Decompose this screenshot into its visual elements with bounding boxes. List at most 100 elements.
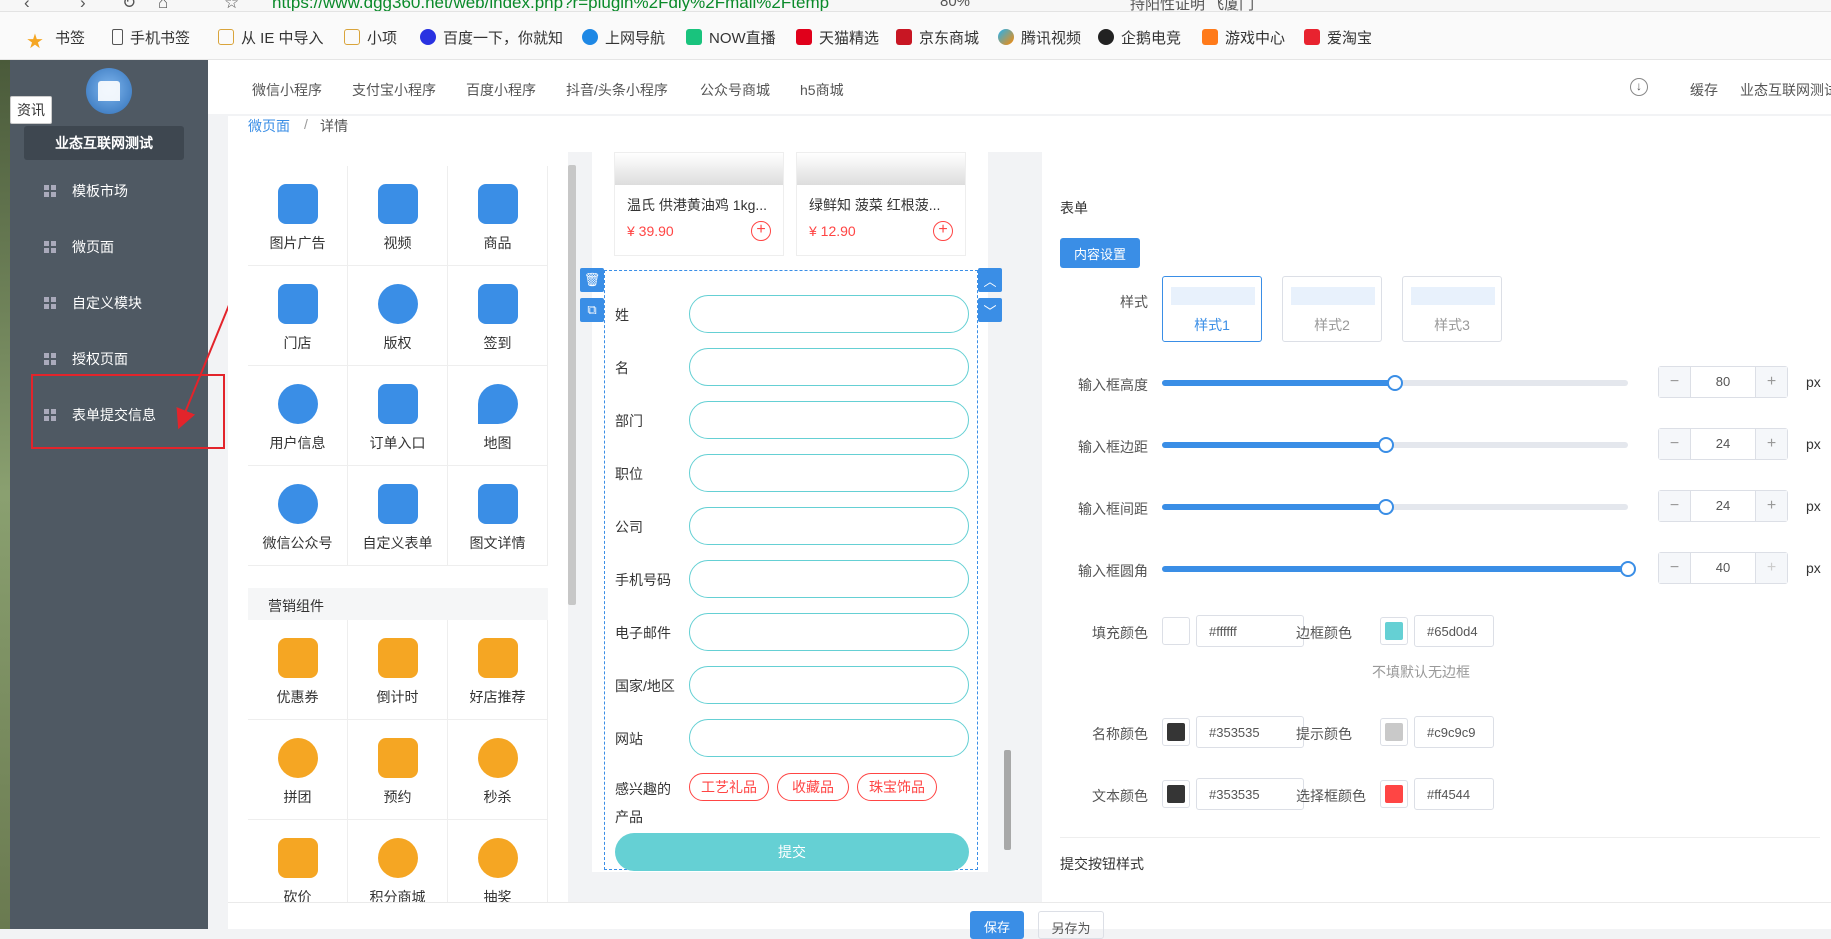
slider-handle[interactable] [1387, 375, 1403, 391]
product-card[interactable]: 绿鲜知 菠菜 红根菠... ¥ 12.90 + [796, 152, 966, 256]
spacing-slider[interactable] [1162, 499, 1628, 515]
interest-chip[interactable]: 工艺礼品 [689, 773, 769, 801]
widget-bargain[interactable]: 砍价 [248, 820, 348, 902]
text-input[interactable] [689, 454, 969, 492]
bookmark-item[interactable]: 小项 [344, 26, 397, 48]
fill-color-picker[interactable] [1162, 617, 1190, 645]
form-component[interactable]: 姓 名 部门 职位 公司 手机号码 电子邮件 国家/地区 网站 感兴趣的 产品 … [604, 270, 978, 871]
increment-button[interactable]: + [1755, 367, 1787, 397]
radius-stepper[interactable]: −40 + [1658, 552, 1788, 584]
text-input[interactable] [689, 719, 969, 757]
widget-group-buy[interactable]: 拼团 [248, 720, 348, 820]
text-color-picker[interactable] [1162, 780, 1190, 808]
tab-wechat-mini[interactable]: 微信小程序 [252, 80, 322, 100]
margin-slider[interactable] [1162, 437, 1628, 453]
bookmark-item[interactable]: 百度一下，你就知 [420, 26, 563, 48]
stepper-value[interactable]: 24 [1691, 436, 1755, 451]
widget-custom-form[interactable]: 自定义表单 [348, 466, 448, 566]
fill-color-input[interactable]: #ffffff [1196, 615, 1304, 647]
text-input[interactable] [689, 401, 969, 439]
widget-store[interactable]: 门店 [248, 266, 348, 366]
interest-chip[interactable]: 收藏品 [777, 773, 849, 801]
text-input[interactable] [689, 560, 969, 598]
bookmark-item[interactable]: 爱淘宝 [1304, 26, 1372, 48]
panel-scrollbar[interactable] [568, 165, 576, 605]
widget-lottery[interactable]: 抽奖 [448, 820, 548, 902]
name-color-input[interactable]: #353535 [1196, 716, 1304, 748]
style-option-1[interactable]: 样式1 [1162, 276, 1262, 342]
stepper-value[interactable]: 40 [1691, 560, 1755, 575]
widget-order-entry[interactable]: 订单入口 [348, 366, 448, 466]
decrement-button[interactable]: − [1659, 367, 1691, 397]
text-input[interactable] [689, 613, 969, 651]
height-stepper[interactable]: −80 + [1658, 366, 1788, 398]
bookmark-item[interactable]: NOW直播 [686, 26, 776, 48]
slider-handle[interactable] [1377, 437, 1394, 453]
bookmark-item[interactable]: 企鹅电竞 [1098, 26, 1181, 48]
hint-color-input[interactable]: #c9c9c9 [1414, 716, 1494, 748]
bookmark-item[interactable]: 上网导航 [582, 26, 665, 48]
widget-graphic-detail[interactable]: 图文详情 [448, 466, 548, 566]
sidebar-item-auth-page[interactable]: 授权页面 [44, 348, 128, 370]
move-up-icon[interactable]: ︿ [978, 268, 1002, 292]
home-icon[interactable]: ⌂ [158, 0, 168, 11]
save-as-button[interactable]: 另存为 [1038, 911, 1104, 939]
select-color-input[interactable]: #ff4544 [1414, 778, 1494, 810]
preview-scrollbar[interactable] [1004, 750, 1011, 850]
decrement-button[interactable]: − [1659, 553, 1691, 583]
stepper-value[interactable]: 24 [1691, 498, 1755, 513]
border-color-input[interactable]: #65d0d4 [1414, 615, 1494, 647]
widget-image-ad[interactable]: 图片广告 [248, 166, 348, 266]
widget-wechat-oa[interactable]: 微信公众号 [248, 466, 348, 566]
style-option-2[interactable]: 样式2 [1282, 276, 1382, 342]
margin-stepper[interactable]: −24 + [1658, 428, 1788, 460]
sidebar-item-custom-module[interactable]: 自定义模块 [44, 292, 142, 314]
tab-h5-mall[interactable]: h5商城 [800, 80, 844, 100]
cache-button[interactable]: 缓存 [1690, 80, 1718, 100]
tab-baidu-mini[interactable]: 百度小程序 [466, 80, 536, 100]
widget-store-recommend[interactable]: 好店推荐 [448, 620, 548, 720]
bookmark-item[interactable]: 腾讯视频 [998, 26, 1081, 48]
select-color-picker[interactable] [1380, 780, 1408, 808]
submit-button[interactable]: 提交 [615, 833, 969, 871]
widget-coupon[interactable]: 优惠券 [248, 620, 348, 720]
hint-color-picker[interactable] [1380, 718, 1408, 746]
add-cart-icon[interactable]: + [751, 221, 771, 241]
slider-handle[interactable] [1377, 499, 1394, 515]
save-button[interactable]: 保存 [970, 911, 1024, 939]
url-bar[interactable]: https://www.dgg360.net/web/index.php?r=p… [272, 0, 829, 11]
style-option-3[interactable]: 样式3 [1402, 276, 1502, 342]
product-card[interactable]: 温氏 供港黄油鸡 1kg... ¥ 39.90 + [614, 152, 784, 256]
bookmark-star-icon[interactable]: ☆ [224, 0, 239, 11]
stepper-value[interactable]: 80 [1691, 374, 1755, 389]
download-icon[interactable]: ↓ [1630, 78, 1648, 96]
text-input[interactable] [689, 295, 969, 333]
interest-chip[interactable]: 珠宝饰品 [857, 773, 937, 801]
widget-map[interactable]: 地图 [448, 366, 548, 466]
back-icon[interactable]: ‹ [24, 0, 30, 11]
increment-button[interactable]: + [1755, 491, 1787, 521]
increment-button[interactable]: + [1755, 553, 1787, 583]
search-box[interactable]: 持阳性证明 飞厦门 [1130, 0, 1254, 11]
widget-copyright[interactable]: 版权 [348, 266, 448, 366]
tab-alipay-mini[interactable]: 支付宝小程序 [352, 80, 436, 100]
breadcrumb-root[interactable]: 微页面 [248, 116, 290, 136]
slider-handle[interactable] [1620, 561, 1636, 577]
widget-user-info[interactable]: 用户信息 [248, 366, 348, 466]
copy-icon[interactable]: ⧉ [580, 298, 604, 322]
delete-icon[interactable]: 🗑 [580, 268, 604, 292]
forward-icon[interactable]: › [80, 0, 86, 11]
text-color-input[interactable]: #353535 [1196, 778, 1304, 810]
decrement-button[interactable]: − [1659, 491, 1691, 521]
content-settings-button[interactable]: 内容设置 [1060, 238, 1140, 268]
widget-points-mall[interactable]: 积分商城 [348, 820, 448, 902]
widget-goods[interactable]: 商品 [448, 166, 548, 266]
bookmark-item[interactable]: 天猫精选 [796, 26, 879, 48]
bookmark-item[interactable]: 京东商城 [896, 26, 979, 48]
height-slider[interactable] [1162, 375, 1628, 391]
bookmark-item[interactable]: 游戏中心 [1202, 26, 1285, 48]
increment-button[interactable]: + [1755, 429, 1787, 459]
refresh-icon[interactable]: ↻ [122, 0, 136, 11]
widget-checkin[interactable]: 签到 [448, 266, 548, 366]
widget-countdown[interactable]: 倒计时 [348, 620, 448, 720]
